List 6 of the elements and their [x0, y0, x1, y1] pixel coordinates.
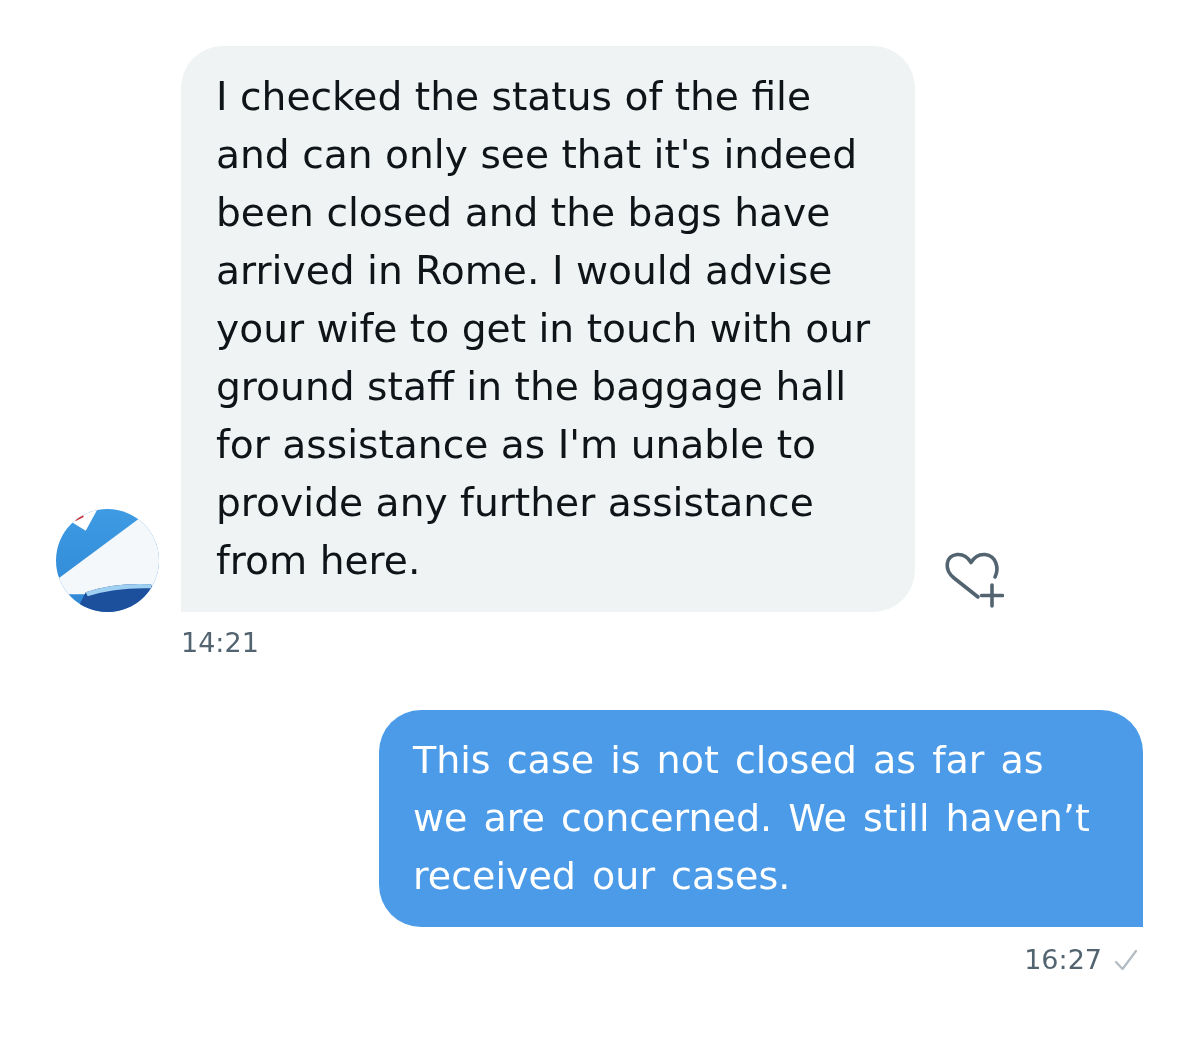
timestamp: 16:27	[1024, 943, 1102, 977]
heart-plus-icon[interactable]	[942, 550, 1004, 608]
message-text: I checked the status of the file and can only see that it's indeed been closed and the bags have arrived in Rome. I would advise your wife to get in touch with our ground staff in the baggage hall for assistance as I'm unable to provide any further assistance from here.	[216, 73, 872, 585]
checkmark-icon	[1114, 949, 1138, 971]
timestamp: 14:21	[181, 626, 259, 660]
message-text: This case is not closed as far as we are concerned. We still haven’t received our cases.	[413, 737, 1091, 900]
